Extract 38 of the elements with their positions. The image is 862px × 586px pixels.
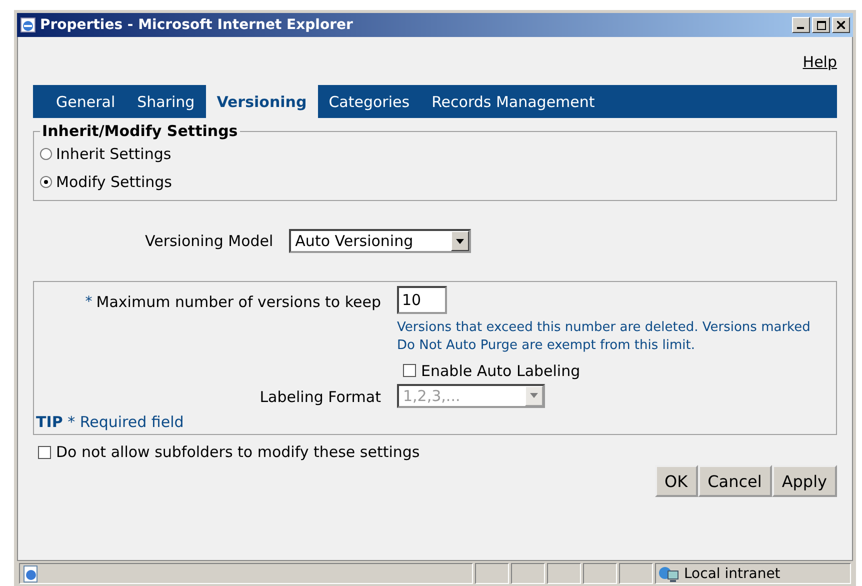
tab[interactable]: Categories [318, 85, 421, 118]
versioning-model-dropdown[interactable]: Auto Versioning [289, 229, 472, 253]
checkbox-label: Do not allow subfolders to modify these settings [56, 443, 420, 461]
field-label: Labeling Format [260, 388, 381, 406]
close-icon [837, 21, 845, 29]
close-button[interactable] [832, 17, 850, 33]
dialog-button[interactable]: Cancel [698, 465, 772, 497]
caret-icon [530, 393, 538, 398]
tab[interactable]: Records Management [420, 85, 606, 118]
radio-button[interactable] [40, 148, 52, 160]
dialog-button[interactable]: Apply [772, 465, 837, 497]
zone-label: Local intranet [684, 566, 780, 582]
help-link[interactable]: Help [802, 53, 837, 85]
field-label: Maximum number of versions to keep [96, 292, 381, 311]
radio-label: Inherit Settings [56, 145, 172, 163]
page-icon [22, 564, 40, 582]
maximize-button[interactable] [812, 17, 830, 33]
network-icon [658, 564, 680, 582]
caret-icon [456, 238, 464, 244]
tip-text: TIP * Required field [35, 412, 185, 433]
group-legend: Inherit/Modify Settings [40, 122, 240, 140]
radio-button[interactable] [40, 176, 52, 188]
help-text: Versions that exceed this number are deleted. Versions marked Do Not Auto Purge are exempt from this limit. [397, 319, 812, 356]
tab[interactable]: Versioning [206, 85, 318, 118]
dialog-button[interactable]: OK [654, 465, 698, 497]
browser-icon [20, 17, 36, 33]
checkbox[interactable] [38, 446, 51, 458]
checkbox[interactable] [403, 364, 416, 378]
minimize-button[interactable] [792, 17, 810, 33]
tab[interactable]: General [45, 85, 126, 118]
field-label: Versioning Model [145, 232, 274, 250]
window-title: Properties - Microsoft Internet Explorer [40, 17, 354, 33]
maximize-icon [816, 20, 826, 30]
checkbox-label: Enable Auto Labeling [421, 362, 580, 380]
required-mark: * [85, 294, 92, 310]
tab[interactable]: Sharing [126, 85, 206, 118]
radio-label: Modify Settings [56, 173, 172, 191]
versions-input[interactable]: 10 [397, 286, 447, 314]
